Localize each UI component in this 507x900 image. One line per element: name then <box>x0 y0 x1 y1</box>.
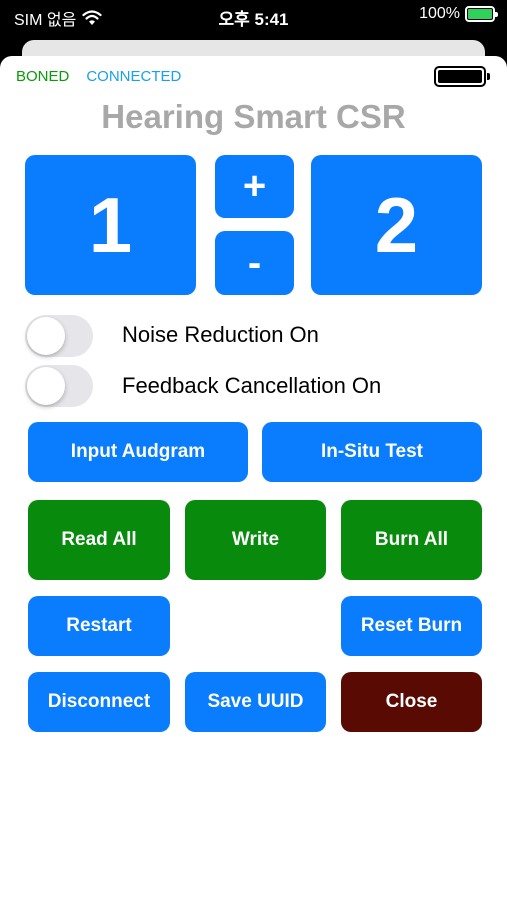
page-title: Hearing Smart CSR <box>101 98 406 135</box>
input-audgram-button[interactable]: Input Audgram <box>28 422 248 482</box>
minus-button[interactable]: - <box>215 231 294 295</box>
plus-button[interactable]: + <box>215 155 294 218</box>
restart-button[interactable]: Restart <box>28 596 170 656</box>
connection-status: BONED CONNECTED <box>16 68 181 85</box>
battery-icon <box>465 6 498 22</box>
feedback-cancellation-label: Feedback Cancellation On <box>122 373 382 398</box>
toggle-knob <box>27 317 65 355</box>
save-uuid-button[interactable]: Save UUID <box>185 672 326 732</box>
toggle-knob <box>27 367 65 405</box>
feedback-cancellation-toggle[interactable] <box>25 365 93 407</box>
memory-right-display[interactable]: 2 <box>311 155 482 295</box>
disconnect-button[interactable]: Disconnect <box>28 672 170 732</box>
battery-area: 100% <box>419 5 498 23</box>
connected-status: CONNECTED <box>86 68 182 85</box>
noise-reduction-label: Noise Reduction On <box>122 322 319 347</box>
write-button[interactable]: Write <box>185 500 326 580</box>
memory-left-display[interactable]: 1 <box>25 155 196 295</box>
read-all-button[interactable]: Read All <box>28 500 170 580</box>
battery-percent: 100% <box>419 5 460 22</box>
noise-reduction-toggle[interactable] <box>25 315 93 357</box>
main-sheet: BONED CONNECTED Hearing Smart CSR 1 + - … <box>0 56 507 900</box>
burn-all-button[interactable]: Burn All <box>341 500 482 580</box>
reset-burn-button[interactable]: Reset Burn <box>341 596 482 656</box>
boned-status: BONED <box>16 68 70 85</box>
device-battery-icon <box>434 66 490 87</box>
in-situ-test-button[interactable]: In-Situ Test <box>262 422 482 482</box>
status-bar: SIM 없음 오후 5:41 100% <box>0 0 507 40</box>
close-button[interactable]: Close <box>341 672 482 732</box>
